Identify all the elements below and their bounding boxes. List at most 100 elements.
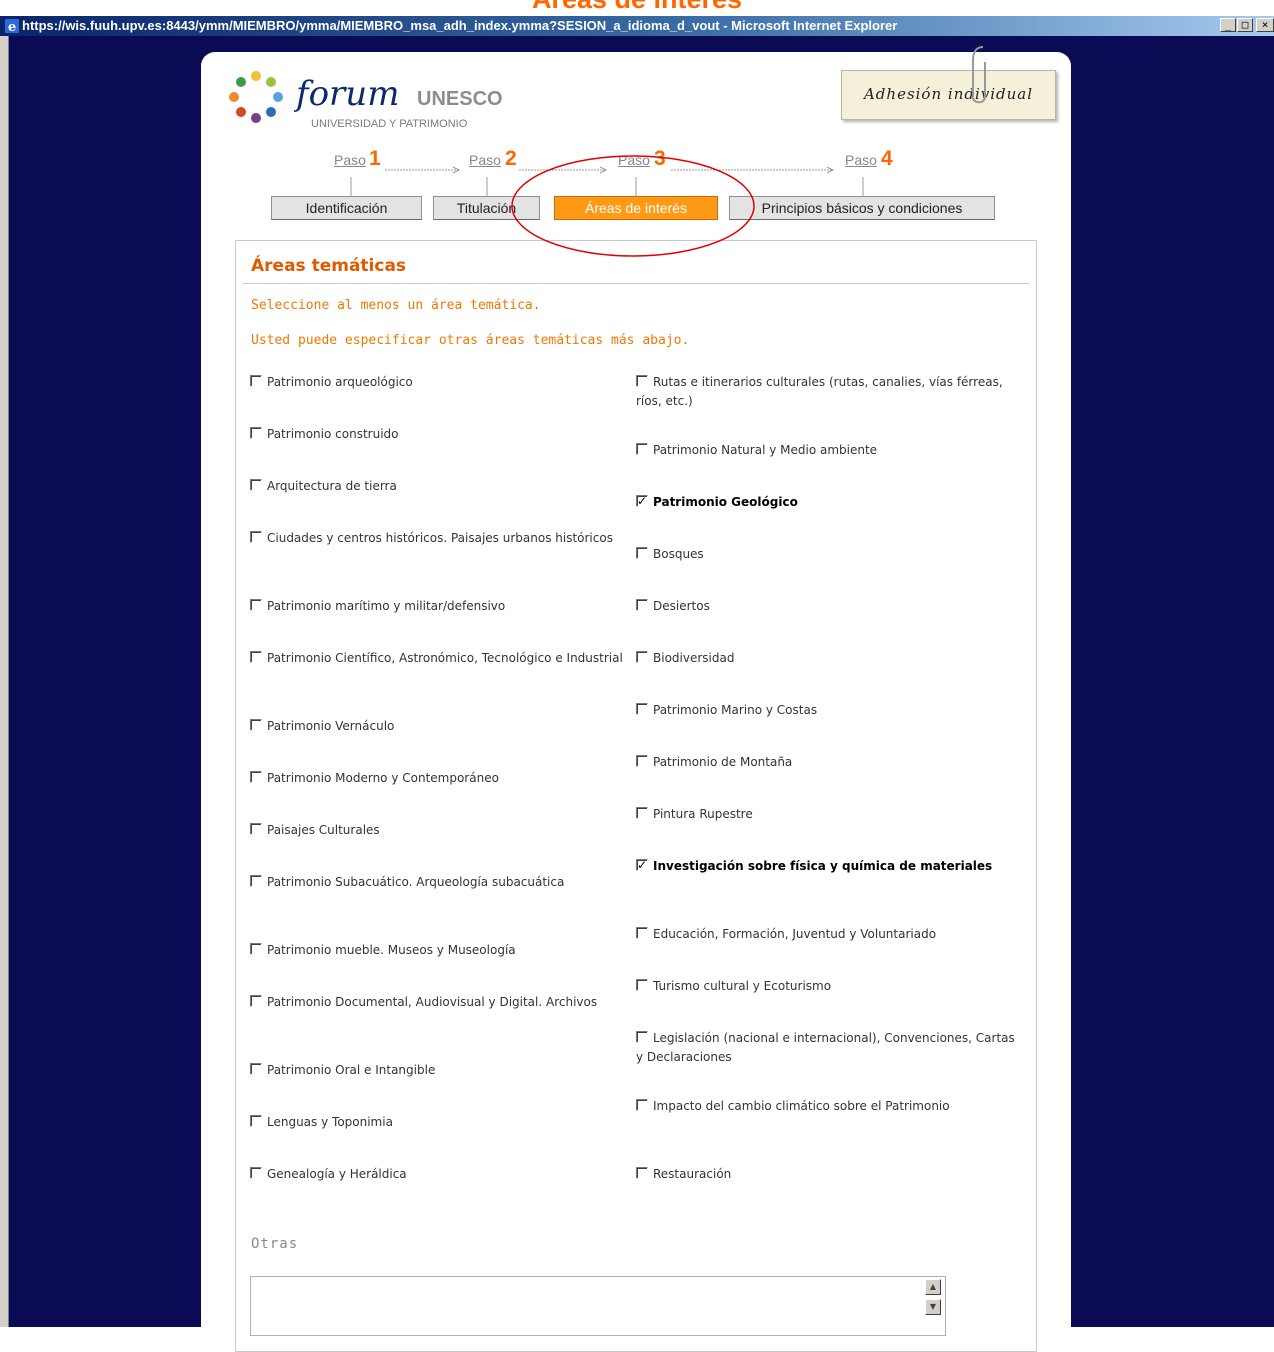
area-item[interactable]: Genealogía y Heráldica xyxy=(250,1165,634,1184)
area-checkbox[interactable] xyxy=(636,703,648,715)
area-label: Rutas e itinerarios culturales (rutas, c… xyxy=(636,375,1003,408)
area-item[interactable]: Educación, Formación, Juventud y Volunta… xyxy=(636,925,1020,944)
area-item[interactable]: Arquitectura de tierra xyxy=(250,477,634,496)
area-item[interactable]: Patrimonio Documental, Audiovisual y Dig… xyxy=(250,993,634,1012)
area-item[interactable]: Investigación sobre física y química de … xyxy=(636,856,1020,876)
area-checkbox[interactable] xyxy=(250,1115,262,1127)
browser-viewport: forum UNESCO UNIVERSIDAD Y PATRIMONIO Ad… xyxy=(0,36,1274,1352)
area-item[interactable]: Patrimonio Marino y Costas xyxy=(636,701,1020,720)
area-item[interactable]: Patrimonio arqueológico xyxy=(250,373,634,392)
top-caption: Áreas de interés xyxy=(0,0,1274,16)
area-label: Desiertos xyxy=(653,599,710,613)
area-checkbox[interactable] xyxy=(636,979,648,991)
area-item[interactable]: Patrimonio construido xyxy=(250,425,634,444)
area-item[interactable]: Biodiversidad xyxy=(636,649,1020,668)
logo-forum-text: forum xyxy=(296,74,400,114)
scroll-down-icon[interactable]: ▼ xyxy=(925,1299,941,1315)
area-item[interactable]: Rutas e itinerarios culturales (rutas, c… xyxy=(636,373,1020,411)
area-item[interactable]: Lenguas y Toponimia xyxy=(250,1113,634,1132)
area-checkbox[interactable] xyxy=(250,995,262,1007)
area-label: Legislación (nacional e internacional), … xyxy=(636,1031,1015,1064)
area-label: Genealogía y Heráldica xyxy=(267,1167,407,1181)
area-checkbox[interactable] xyxy=(636,927,648,939)
area-checkbox[interactable] xyxy=(636,651,648,663)
area-checkbox[interactable] xyxy=(250,1063,262,1075)
area-checkbox[interactable] xyxy=(250,427,262,439)
area-item[interactable]: Paisajes Culturales xyxy=(250,821,634,840)
area-item[interactable]: Patrimonio de Montaña xyxy=(636,753,1020,772)
area-checkbox[interactable] xyxy=(636,1099,648,1111)
step-2-number: 2 xyxy=(505,147,517,170)
area-checkbox[interactable] xyxy=(636,492,648,511)
area-label: Patrimonio construido xyxy=(267,427,399,441)
area-checkbox[interactable] xyxy=(250,375,262,387)
area-checkbox[interactable] xyxy=(250,531,262,543)
area-item[interactable]: Impacto del cambio climático sobre el Pa… xyxy=(636,1097,1020,1116)
form-card: forum UNESCO UNIVERSIDAD Y PATRIMONIO Ad… xyxy=(201,46,1071,1352)
area-checkbox[interactable] xyxy=(636,1031,648,1043)
scroll-up-icon[interactable]: ▲ xyxy=(925,1279,941,1295)
area-label: Patrimonio Vernáculo xyxy=(267,719,395,733)
area-checkbox[interactable] xyxy=(250,719,262,731)
area-checkbox[interactable] xyxy=(636,1167,648,1179)
maximize-button[interactable]: □ xyxy=(1237,18,1253,32)
area-label: Patrimonio Científico, Astronómico, Tecn… xyxy=(267,651,623,665)
area-label: Patrimonio Geológico xyxy=(653,495,798,509)
area-item[interactable]: Bosques xyxy=(636,545,1020,564)
area-checkbox[interactable] xyxy=(636,547,648,559)
area-checkbox[interactable] xyxy=(250,1167,262,1179)
adhesion-badge: Adhesión individual xyxy=(841,70,1056,120)
area-label: Impacto del cambio climático sobre el Pa… xyxy=(653,1099,950,1113)
ie-icon: e xyxy=(5,19,19,34)
area-item[interactable]: Patrimonio Subacuático. Arqueología suba… xyxy=(250,873,634,892)
area-item[interactable]: Legislación (nacional e internacional), … xyxy=(636,1029,1020,1067)
area-checkbox[interactable] xyxy=(250,823,262,835)
close-button[interactable]: × xyxy=(1256,18,1274,32)
area-checkbox[interactable] xyxy=(250,875,262,887)
step-3-label: Paso xyxy=(618,152,650,168)
area-item[interactable]: Patrimonio Científico, Astronómico, Tecn… xyxy=(250,649,634,668)
area-item[interactable]: Patrimonio Geológico xyxy=(636,492,1020,512)
tab-titulacion[interactable]: Titulación xyxy=(433,196,540,220)
area-item[interactable]: Ciudades y centros históricos. Paisajes … xyxy=(250,529,634,548)
area-item[interactable]: Patrimonio Vernáculo xyxy=(250,717,634,736)
area-checkbox[interactable] xyxy=(250,771,262,783)
adhesion-badge-text: Adhesión individual xyxy=(863,85,1034,103)
tab-principios-basicos[interactable]: Principios básicos y condiciones xyxy=(729,196,995,220)
logo-flower-icon xyxy=(229,71,283,123)
forum-unesco-logo: forum UNESCO UNIVERSIDAD Y PATRIMONIO xyxy=(221,64,521,134)
otras-textarea[interactable] xyxy=(250,1276,946,1336)
area-item[interactable]: Patrimonio mueble. Museos y Museología xyxy=(250,941,634,960)
area-checkbox[interactable] xyxy=(250,943,262,955)
area-checkbox[interactable] xyxy=(636,856,648,875)
tab-identificacion[interactable]: Identificación xyxy=(271,196,422,220)
area-item[interactable]: Turismo cultural y Ecoturismo xyxy=(636,977,1020,996)
area-label: Patrimonio Oral e Intangible xyxy=(267,1063,436,1077)
paperclip-icon xyxy=(972,46,986,104)
area-item[interactable]: Patrimonio Natural y Medio ambiente xyxy=(636,441,1020,460)
instruction-other: Usted puede especificar otras áreas temá… xyxy=(251,333,690,348)
area-label: Patrimonio Subacuático. Arqueología suba… xyxy=(267,875,565,889)
area-label: Educación, Formación, Juventud y Volunta… xyxy=(653,927,937,941)
area-checkbox[interactable] xyxy=(636,755,648,767)
area-item[interactable]: Patrimonio Moderno y Contemporáneo xyxy=(250,769,634,788)
area-checkbox[interactable] xyxy=(636,443,648,455)
area-checkbox[interactable] xyxy=(250,599,262,611)
tab-areas-de-interes[interactable]: Áreas de interés xyxy=(554,196,718,220)
area-checkbox[interactable] xyxy=(250,479,262,491)
area-checkbox[interactable] xyxy=(636,375,648,387)
area-label: Patrimonio marítimo y militar/defensivo xyxy=(267,599,506,613)
logo-subtitle: UNIVERSIDAD Y PATRIMONIO xyxy=(311,118,468,130)
area-label: Lenguas y Toponimia xyxy=(267,1115,393,1129)
area-item[interactable]: Restauración xyxy=(636,1165,1020,1184)
area-checkbox[interactable] xyxy=(636,599,648,611)
svg-text:e: e xyxy=(8,20,16,34)
area-checkbox[interactable] xyxy=(250,651,262,663)
step-3-number: 3 xyxy=(654,147,666,170)
area-checkbox[interactable] xyxy=(636,807,648,819)
area-item[interactable]: Desiertos xyxy=(636,597,1020,616)
area-item[interactable]: Patrimonio marítimo y militar/defensivo xyxy=(250,597,634,616)
minimize-button[interactable]: _ xyxy=(1220,18,1236,32)
area-item[interactable]: Pintura Rupestre xyxy=(636,805,1020,824)
area-item[interactable]: Patrimonio Oral e Intangible xyxy=(250,1061,634,1080)
